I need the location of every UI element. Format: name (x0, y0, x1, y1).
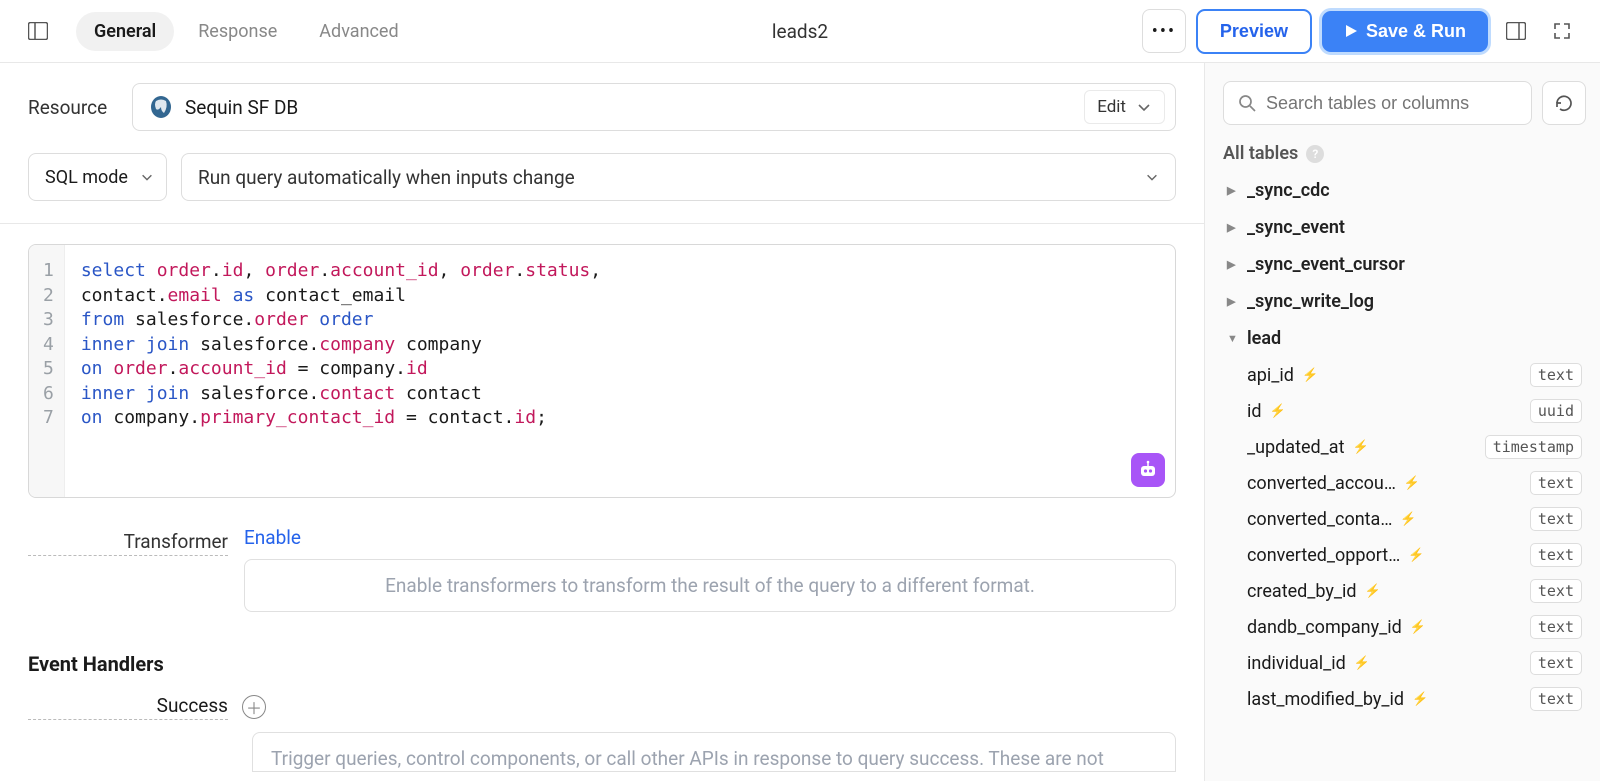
type-badge: timestamp (1485, 435, 1582, 459)
chevron-down-icon (140, 170, 154, 184)
help-icon[interactable]: ? (1306, 145, 1324, 163)
table-lead[interactable]: ▼lead (1223, 320, 1586, 357)
type-badge: text (1530, 579, 1582, 603)
type-badge: text (1530, 543, 1582, 567)
table-_sync_write_log[interactable]: ▶_sync_write_log (1223, 283, 1586, 320)
resource-edit-button[interactable]: Edit (1084, 90, 1165, 124)
schema-search-box[interactable] (1223, 81, 1532, 125)
table-_sync_event[interactable]: ▶_sync_event (1223, 209, 1586, 246)
resource-select[interactable]: Sequin SF DB Edit (132, 83, 1176, 131)
chevron-down-icon (1136, 99, 1152, 115)
event-handlers-header: Event Handlers (28, 652, 1176, 676)
lightning-icon: ⚡ (1400, 512, 1416, 527)
search-icon (1238, 94, 1256, 112)
table-_sync_cdc[interactable]: ▶_sync_cdc (1223, 172, 1586, 209)
column-converted_opport[interactable]: converted_opport…⚡text (1223, 537, 1586, 573)
preview-button[interactable]: Preview (1196, 9, 1312, 54)
play-icon (1344, 24, 1358, 38)
type-badge: text (1530, 687, 1582, 711)
column-last_modified_by_id[interactable]: last_modified_by_id⚡text (1223, 681, 1586, 717)
column-_updated_at[interactable]: _updated_at⚡timestamp (1223, 429, 1586, 465)
robot-icon (1138, 460, 1158, 480)
resource-name: Sequin SF DB (185, 96, 1072, 119)
transformer-label: Transformer (28, 530, 228, 556)
column-converted_accou[interactable]: converted_accou…⚡text (1223, 465, 1586, 501)
chevron-down-icon (1145, 170, 1159, 184)
column-api_id[interactable]: api_id⚡text (1223, 357, 1586, 393)
type-badge: text (1530, 507, 1582, 531)
lightning-icon: ⚡ (1410, 620, 1426, 635)
transformer-enable-link[interactable]: Enable (244, 526, 1176, 549)
query-name[interactable]: leads2 (772, 20, 828, 43)
sidebar-right-icon (1506, 22, 1526, 40)
lightning-icon: ⚡ (1302, 368, 1318, 383)
sql-editor[interactable]: 1234567 select order.id, order.account_i… (28, 244, 1176, 498)
sidebar-icon (28, 22, 48, 40)
lightning-icon: ⚡ (1270, 404, 1286, 419)
refresh-schema-button[interactable] (1542, 81, 1586, 125)
tab-general[interactable]: General (76, 12, 174, 51)
schema-tree: ▶_sync_cdc▶_sync_event▶_sync_event_curso… (1223, 172, 1586, 781)
tab-advanced[interactable]: Advanced (301, 12, 416, 51)
lightning-icon: ⚡ (1408, 548, 1424, 563)
expand-button[interactable] (1544, 13, 1580, 49)
type-badge: text (1530, 651, 1582, 675)
panel-toggle-right-button[interactable] (1498, 13, 1534, 49)
lightning-icon: ⚡ (1404, 476, 1420, 491)
add-success-handler-button[interactable]: ＋ (242, 695, 266, 719)
postgres-icon (149, 95, 173, 119)
table-_sync_event_cursor[interactable]: ▶_sync_event_cursor (1223, 246, 1586, 283)
lightning-icon: ⚡ (1352, 440, 1368, 455)
column-id[interactable]: id⚡uuid (1223, 393, 1586, 429)
lightning-icon: ⚡ (1412, 692, 1428, 707)
chevron-right-icon: ▶ (1227, 295, 1239, 308)
column-converted_conta[interactable]: converted_conta…⚡text (1223, 501, 1586, 537)
divider (0, 223, 1204, 224)
chevron-down-icon: ▼ (1227, 332, 1239, 345)
save-run-button[interactable]: Save & Run (1322, 11, 1488, 52)
expand-icon (1554, 23, 1570, 39)
line-gutter: 1234567 (29, 245, 65, 497)
resource-label: Resource (28, 96, 118, 119)
type-badge: text (1530, 471, 1582, 495)
chevron-right-icon: ▶ (1227, 221, 1239, 234)
sql-mode-select[interactable]: SQL mode (28, 153, 167, 201)
code-body[interactable]: select order.id, order.account_id, order… (65, 245, 617, 497)
schema-search-input[interactable] (1266, 93, 1517, 114)
type-badge: uuid (1530, 399, 1582, 423)
chevron-right-icon: ▶ (1227, 258, 1239, 271)
column-individual_id[interactable]: individual_id⚡text (1223, 645, 1586, 681)
refresh-icon (1554, 93, 1574, 113)
chevron-right-icon: ▶ (1227, 184, 1239, 197)
transformer-placeholder: Enable transformers to transform the res… (244, 559, 1176, 612)
success-label: Success (28, 694, 228, 720)
ai-assistant-button[interactable] (1131, 453, 1165, 487)
type-badge: text (1530, 615, 1582, 639)
column-dandb_company_id[interactable]: dandb_company_id⚡text (1223, 609, 1586, 645)
run-trigger-select[interactable]: Run query automatically when inputs chan… (181, 153, 1176, 201)
column-created_by_id[interactable]: created_by_id⚡text (1223, 573, 1586, 609)
all-tables-header: All tables ? (1223, 143, 1586, 164)
save-run-label: Save & Run (1366, 21, 1466, 42)
lightning-icon: ⚡ (1354, 656, 1370, 671)
main-tabs: GeneralResponseAdvanced (76, 12, 417, 51)
tab-response[interactable]: Response (180, 12, 295, 51)
panel-toggle-left-button[interactable] (20, 13, 56, 49)
type-badge: text (1530, 363, 1582, 387)
success-placeholder: Trigger queries, control components, or … (252, 732, 1176, 772)
lightning-icon: ⚡ (1365, 584, 1381, 599)
ellipsis-icon: ••• (1152, 21, 1176, 42)
more-options-button[interactable]: ••• (1142, 9, 1186, 53)
